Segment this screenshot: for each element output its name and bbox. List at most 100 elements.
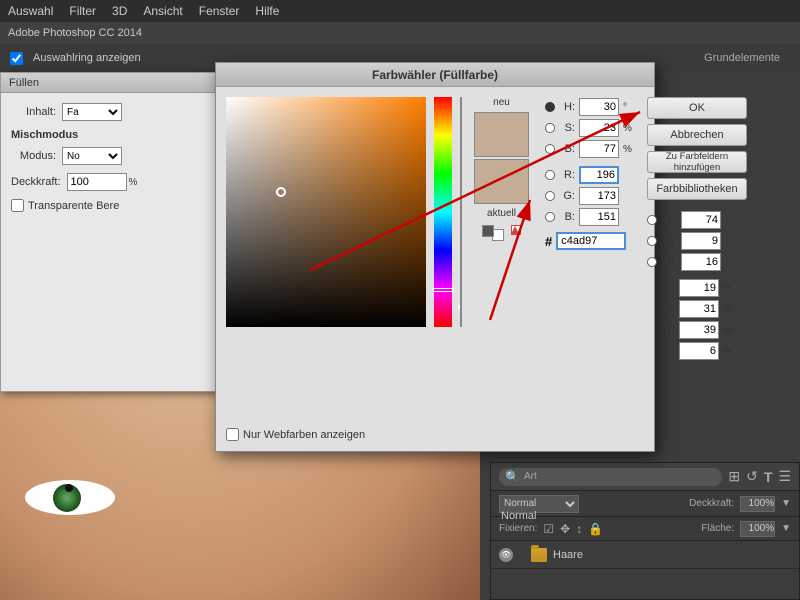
- color-picker-title: Farbwähler (Füllfarbe): [216, 63, 654, 87]
- h-unit: °: [623, 102, 633, 113]
- opacity-input[interactable]: [740, 496, 775, 512]
- modus-select[interactable]: No: [62, 147, 122, 165]
- gradient-picker[interactable]: [226, 97, 426, 327]
- fixieren-icon-3[interactable]: ↕: [576, 522, 582, 536]
- k-row: K: %: [647, 341, 747, 361]
- k-input[interactable]: [679, 342, 719, 360]
- cancel-button[interactable]: Abbrechen: [647, 124, 747, 146]
- add-to-swatches-button[interactable]: Zu Farbfeldern hinzufügen: [647, 151, 747, 173]
- eye-region: [15, 440, 175, 540]
- fixieren-icon-1[interactable]: ☑: [543, 522, 554, 536]
- search-label: Art: [524, 471, 537, 482]
- buttons-section: OK Abbrechen Zu Farbfeldern hinzufügen F…: [647, 97, 747, 200]
- current-color-preview[interactable]: [474, 159, 529, 204]
- layers-icon-1[interactable]: ⊞: [728, 468, 740, 485]
- s-radio[interactable]: [545, 123, 555, 133]
- menu-bar: Auswahl Filter 3D Ansicht Fenster Hilfe: [0, 0, 800, 22]
- a-input[interactable]: [681, 232, 721, 250]
- lab-values: L: a: b: C: %: [647, 210, 747, 361]
- fg-color-icon[interactable]: [482, 225, 494, 237]
- b-radio[interactable]: [545, 144, 555, 154]
- hue-slider-container[interactable]: [434, 97, 452, 327]
- layers-mode-row: Normal Deckkraft: ▼: [491, 491, 799, 517]
- layers-icon-4[interactable]: ☰: [778, 468, 791, 485]
- mischmodus-heading: Mischmodus: [11, 129, 209, 141]
- color-icons: [482, 225, 521, 241]
- r-input[interactable]: [579, 166, 619, 184]
- s-input[interactable]: [579, 119, 619, 137]
- webfarben-label: Nur Webfarben anzeigen: [243, 429, 365, 441]
- menu-fenster[interactable]: Fenster: [199, 4, 240, 18]
- deckkraft-percent: %: [129, 177, 138, 188]
- l-radio[interactable]: [647, 215, 657, 225]
- b2-label: B:: [559, 211, 575, 223]
- inhalt-select[interactable]: Fa: [62, 103, 122, 121]
- menu-ansicht[interactable]: Ansicht: [143, 4, 182, 18]
- layers-panel: 🔍 Art ⊞ ↺ T ☰ Normal Deckkraft: ▼ Fixier…: [490, 462, 800, 600]
- c-label: C:: [659, 282, 675, 294]
- fill-dialog-title: Füllen: [1, 73, 219, 93]
- layers-icon-2[interactable]: ↺: [746, 468, 758, 485]
- layer-name: Haare: [553, 549, 583, 561]
- alpha-slider[interactable]: [460, 97, 462, 327]
- menu-3d[interactable]: 3D: [112, 4, 127, 18]
- blab-label: b:: [661, 256, 677, 268]
- h-row: H: °: [545, 97, 633, 117]
- r-row: R:: [545, 165, 633, 185]
- layers-icon-3[interactable]: T: [764, 469, 773, 485]
- alpha-slider-container: [460, 97, 462, 327]
- aktuell-label: aktuell: [487, 208, 516, 219]
- menu-auswahl[interactable]: Auswahl: [8, 4, 53, 18]
- title-bar: Adobe Photoshop CC 2014: [0, 22, 800, 44]
- c-unit: %: [723, 283, 733, 294]
- webfarben-checkbox[interactable]: [226, 428, 239, 441]
- opacity-arrow[interactable]: ▼: [781, 498, 791, 509]
- h-label: H:: [559, 101, 575, 113]
- a-radio[interactable]: [647, 236, 657, 246]
- auswahlring-checkbox[interactable]: [10, 52, 23, 65]
- fixieren-icon-4[interactable]: 🔒: [588, 522, 603, 536]
- modus-row: Modus: No: [11, 147, 209, 165]
- flaeche-input[interactable]: [740, 521, 775, 537]
- deckkraft-row: Deckkraft: %: [11, 173, 209, 191]
- menu-filter[interactable]: Filter: [69, 4, 96, 18]
- deckkraft-input[interactable]: [67, 173, 127, 191]
- c-input[interactable]: [679, 279, 719, 297]
- libraries-button[interactable]: Farbbibliotheken: [647, 178, 747, 200]
- gradient-canvas[interactable]: [226, 97, 426, 327]
- layers-search-box[interactable]: 🔍 Art: [499, 468, 722, 486]
- r-radio[interactable]: [545, 170, 555, 180]
- b2-row: B:: [545, 207, 633, 227]
- m-input[interactable]: [679, 300, 719, 318]
- g-radio[interactable]: [545, 191, 555, 201]
- warning-icon[interactable]: [511, 225, 521, 235]
- b-input[interactable]: [579, 140, 619, 158]
- neu-label: neu: [493, 97, 510, 108]
- layer-item-haare[interactable]: 👁 Haare: [491, 541, 799, 569]
- c-row: C: %: [647, 278, 747, 298]
- b2-input[interactable]: [579, 208, 619, 226]
- blab-radio[interactable]: [647, 257, 657, 267]
- transparente-checkbox[interactable]: [11, 199, 24, 212]
- h-radio[interactable]: [545, 102, 555, 112]
- blab-input[interactable]: [681, 253, 721, 271]
- h-input[interactable]: [579, 98, 619, 116]
- fixieren-icon-2[interactable]: ✥: [560, 522, 570, 536]
- color-values-left: H: ° S: % B: % R:: [545, 97, 633, 441]
- hue-slider[interactable]: [434, 97, 452, 327]
- g-input[interactable]: [579, 187, 619, 205]
- b2-radio[interactable]: [545, 212, 555, 222]
- hex-input[interactable]: [556, 232, 626, 250]
- gradient-dark-overlay: [226, 97, 426, 327]
- new-color-preview[interactable]: [474, 112, 529, 157]
- ok-button[interactable]: OK: [647, 97, 747, 119]
- gradient-cursor: [276, 187, 286, 197]
- y-label: Y:: [659, 324, 675, 336]
- layer-visibility-icon[interactable]: 👁: [499, 548, 513, 562]
- deckkraft-label: Deckkraft:: [11, 176, 61, 188]
- l-input[interactable]: [681, 211, 721, 229]
- flaeche-arrow[interactable]: ▼: [781, 523, 791, 534]
- menu-hilfe[interactable]: Hilfe: [255, 4, 279, 18]
- y-input[interactable]: [679, 321, 719, 339]
- fill-dialog[interactable]: Füllen Inhalt: Fa Mischmodus Modus: No D…: [0, 72, 220, 392]
